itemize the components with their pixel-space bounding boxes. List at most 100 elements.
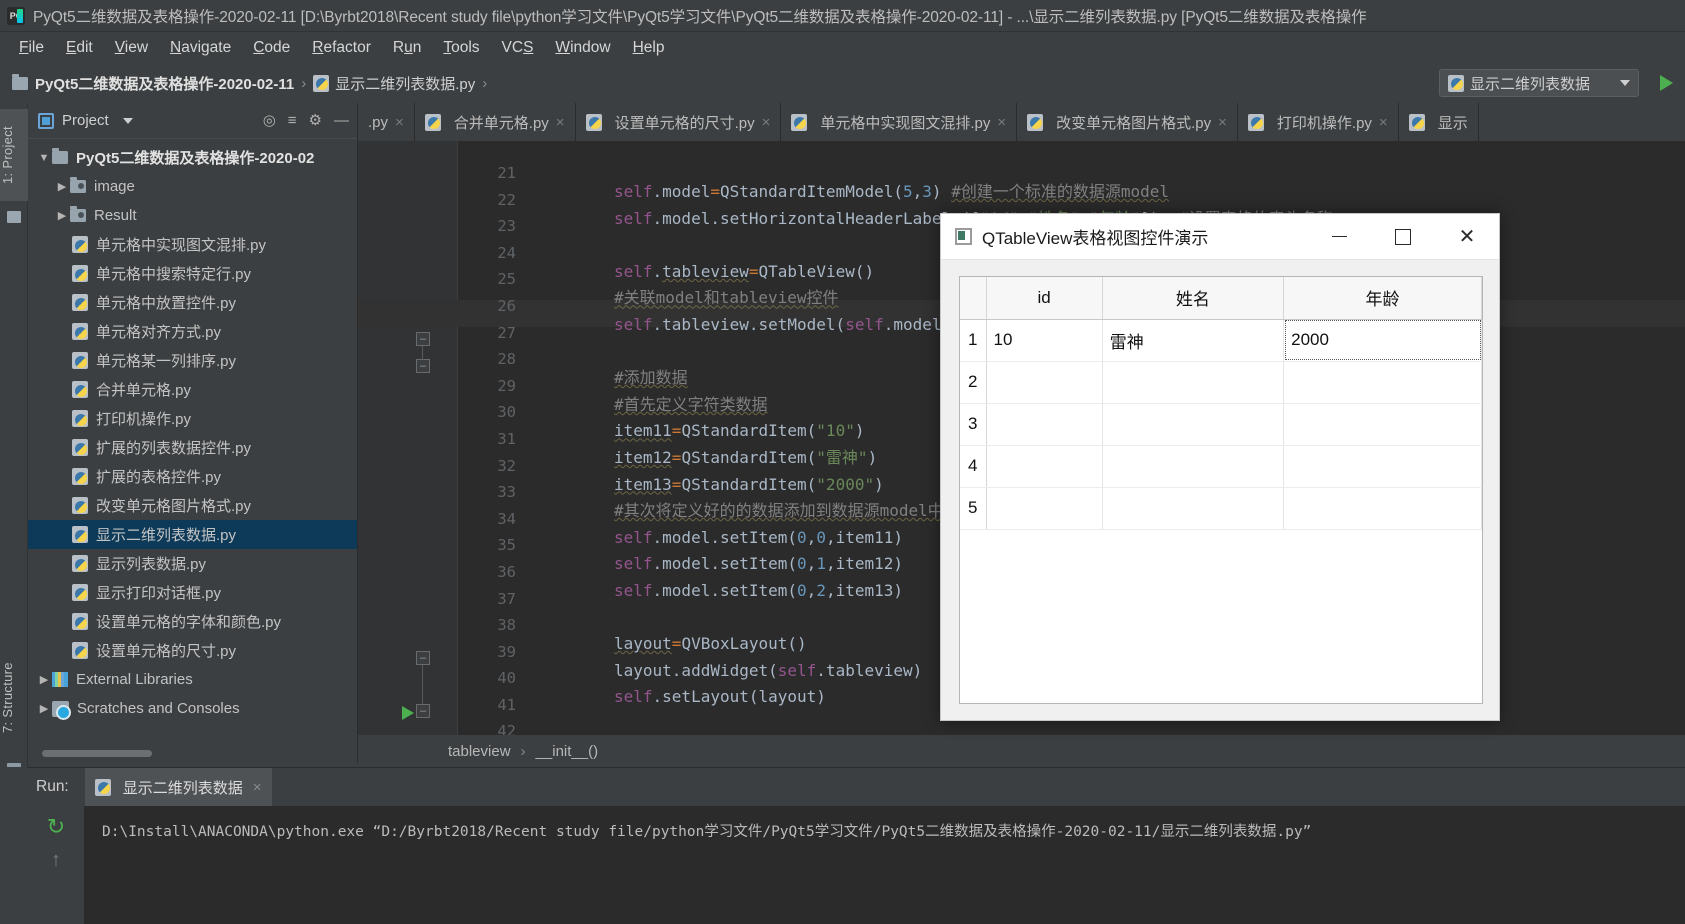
table-row[interactable]: 1 10 雷神 2000	[960, 319, 1482, 362]
sidebar-item-structure[interactable]: 7: Structure	[0, 643, 28, 753]
tree-row-scratches-and-consoles[interactable]: ▶ Scratches and Consoles	[28, 694, 357, 723]
editor-tab-1[interactable]: 合并单元格.py ×	[415, 103, 576, 141]
rerun-icon[interactable]: ↻	[47, 816, 65, 838]
menu-help[interactable]: Help	[622, 36, 676, 60]
menu-run[interactable]: Run	[382, 36, 432, 60]
table-cell-1-2[interactable]	[1283, 361, 1482, 404]
table-row[interactable]: 4	[960, 445, 1482, 488]
editor-tab-3[interactable]: 单元格中实现图文混排.py ×	[781, 103, 1018, 141]
tree-row-file-11[interactable]: 扩展的表格控件.py	[28, 462, 357, 491]
close-icon[interactable]: ×	[556, 114, 565, 131]
column-header-name[interactable]: 姓名	[1102, 277, 1285, 320]
tree-row-image[interactable]: ▶ image	[28, 172, 357, 201]
fold-marker-icon[interactable]: –	[416, 359, 430, 373]
breadcrumb-project[interactable]: PyQt5二维数据及表格操作-2020-02-11	[12, 73, 294, 94]
menu-window[interactable]: Window	[544, 36, 621, 60]
table-cell-0-0[interactable]: 10	[986, 319, 1103, 362]
row-header[interactable]: 4	[960, 445, 987, 488]
close-icon[interactable]: ×	[253, 779, 262, 796]
sidebar-item-project[interactable]: 1: Project	[0, 109, 28, 201]
menu-file[interactable]: File	[8, 36, 55, 60]
tree-row-file-6[interactable]: 单元格对齐方式.py	[28, 317, 357, 346]
table-cell-2-2[interactable]	[1283, 403, 1482, 446]
editor-tab-6[interactable]: 显示	[1399, 103, 1479, 141]
tree-row-file-5[interactable]: 单元格中放置控件.py	[28, 288, 357, 317]
menu-code[interactable]: Code	[242, 36, 301, 60]
tree-row-file-13-selected[interactable]: 显示二维列表数据.py	[28, 520, 357, 549]
gear-icon[interactable]: ⚙	[309, 113, 322, 128]
row-header[interactable]: 2	[960, 361, 987, 404]
table-cell-3-0[interactable]	[986, 445, 1103, 488]
table-cell-4-2[interactable]	[1283, 487, 1482, 530]
close-icon[interactable]: ×	[762, 114, 771, 131]
scroll-up-icon[interactable]: ↑	[51, 850, 61, 870]
tree-row-file-16[interactable]: 设置单元格的字体和颜色.py	[28, 607, 357, 636]
dialog-close-button[interactable]: ✕	[1435, 214, 1499, 260]
close-icon[interactable]: ×	[997, 114, 1006, 131]
editor-tab-4[interactable]: 改变单元格图片格式.py ×	[1017, 103, 1238, 141]
fold-marker-icon[interactable]: –	[416, 651, 430, 665]
collapse-all-icon[interactable]: ≡	[288, 113, 297, 128]
dialog-maximize-button[interactable]	[1371, 214, 1435, 260]
close-icon[interactable]: ×	[395, 114, 404, 131]
table-cell-1-0[interactable]	[986, 361, 1103, 404]
column-header-age[interactable]: 年龄	[1283, 277, 1482, 320]
editor-tab-5[interactable]: 打印机操作.py ×	[1238, 103, 1399, 141]
chevron-collapsed-icon[interactable]: ▶	[54, 180, 70, 193]
breadcrumb-file[interactable]: 显示二维列表数据.py	[313, 73, 475, 94]
table-cell-4-1[interactable]	[1102, 487, 1285, 530]
chevron-expanded-icon[interactable]: ▼	[36, 152, 52, 164]
tree-row-result[interactable]: ▶ Result	[28, 201, 357, 230]
table-cell-2-0[interactable]	[986, 403, 1103, 446]
table-cell-3-1[interactable]	[1102, 445, 1285, 488]
close-icon[interactable]: ×	[1218, 114, 1227, 131]
fold-marker-icon[interactable]: –	[416, 332, 430, 346]
table-cell-0-1[interactable]: 雷神	[1102, 319, 1285, 362]
table-cell-2-1[interactable]	[1102, 403, 1285, 446]
menu-view[interactable]: View	[104, 36, 159, 60]
chevron-collapsed-icon[interactable]: ▶	[36, 673, 52, 686]
chevron-collapsed-icon[interactable]: ▶	[54, 209, 70, 222]
column-header-id[interactable]: id	[986, 277, 1103, 320]
editor-breadcrumb-class[interactable]: tableview	[448, 743, 511, 760]
row-header[interactable]: 1	[960, 319, 987, 362]
fold-marker-icon[interactable]: –	[416, 704, 430, 718]
tree-row-file-14[interactable]: 显示列表数据.py	[28, 549, 357, 578]
table-cell-0-2[interactable]: 2000	[1283, 319, 1482, 362]
tree-row-file-8[interactable]: 合并单元格.py	[28, 375, 357, 404]
target-icon[interactable]: ◎	[263, 113, 276, 128]
run-line-icon[interactable]	[402, 706, 414, 720]
editor-tab-2[interactable]: 设置单元格的尺寸.py ×	[576, 103, 782, 141]
qtableview-widget[interactable]: id 姓名 年龄 1 10 雷神 2000 2 3 4 5	[959, 276, 1483, 704]
table-row[interactable]: 3	[960, 403, 1482, 446]
tree-row-file-4[interactable]: 单元格中搜索特定行.py	[28, 259, 357, 288]
menu-tools[interactable]: Tools	[432, 36, 490, 60]
tree-row-external-libraries[interactable]: ▶ External Libraries	[28, 665, 357, 694]
tree-row-file-15[interactable]: 显示打印对话框.py	[28, 578, 357, 607]
menu-vcs[interactable]: VCS	[491, 36, 545, 60]
tree-row-file-3[interactable]: 单元格中实现图文混排.py	[28, 230, 357, 259]
table-cell-1-1[interactable]	[1102, 361, 1285, 404]
chevron-down-icon[interactable]	[122, 117, 133, 124]
table-row[interactable]: 5	[960, 487, 1482, 530]
table-cell-4-0[interactable]	[986, 487, 1103, 530]
tree-row-file-17[interactable]: 设置单元格的尺寸.py	[28, 636, 357, 665]
menu-edit[interactable]: Edit	[55, 36, 104, 60]
editor-gutter[interactable]	[358, 141, 458, 763]
close-icon[interactable]: ×	[1379, 114, 1388, 131]
run-panel-tab[interactable]: 显示二维列表数据 ×	[84, 768, 272, 806]
table-cell-3-2[interactable]	[1283, 445, 1482, 488]
menu-refactor[interactable]: Refactor	[301, 36, 382, 60]
chevron-collapsed-icon[interactable]: ▶	[36, 702, 52, 715]
tree-row-file-9[interactable]: 打印机操作.py	[28, 404, 357, 433]
run-configuration-selector[interactable]: 显示二维列表数据	[1439, 69, 1639, 97]
minimize-icon[interactable]: —	[334, 113, 349, 128]
tree-row-file-7[interactable]: 单元格某一列排序.py	[28, 346, 357, 375]
table-corner-header[interactable]	[960, 277, 987, 320]
editor-tab-0[interactable]: .py ×	[358, 103, 415, 141]
dialog-minimize-button[interactable]	[1307, 214, 1371, 260]
tree-row-file-12[interactable]: 改变单元格图片格式.py	[28, 491, 357, 520]
tree-row-project-root[interactable]: ▼ PyQt5二维数据及表格操作-2020-02	[28, 143, 357, 172]
qtableview-dialog[interactable]: QTableView表格视图控件演示 ✕ id 姓名 年龄 1 10 雷神 20…	[940, 213, 1500, 721]
project-horizontal-scrollbar[interactable]	[42, 750, 152, 757]
